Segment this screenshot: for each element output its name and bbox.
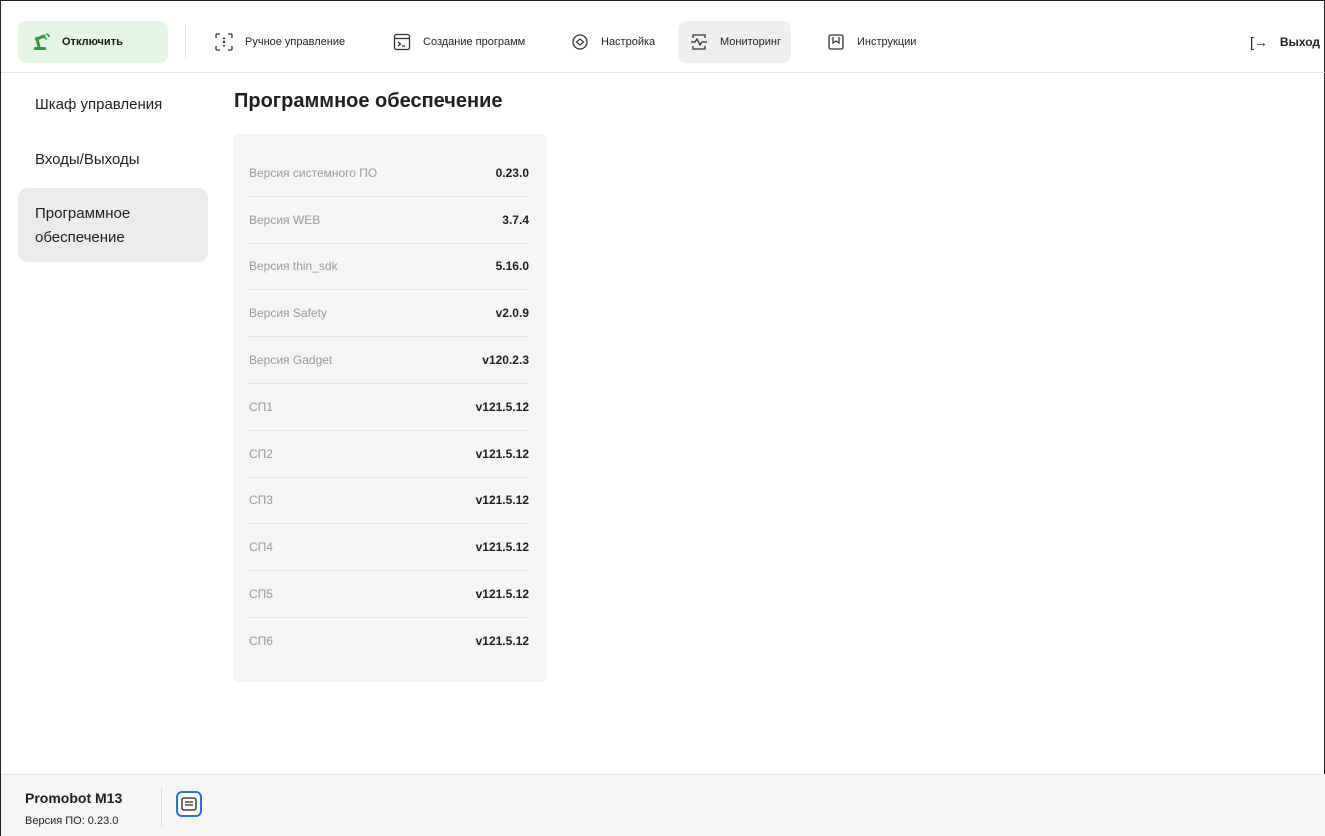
- table-row: Версия Gadget v120.2.3: [249, 337, 529, 384]
- row-value: v121.5.12: [475, 540, 529, 555]
- monitoring-icon: [688, 31, 710, 53]
- nav-settings-label: Настройка: [601, 36, 656, 48]
- list-panel-icon: [181, 797, 197, 811]
- table-row: СП1 v121.5.12: [249, 384, 529, 431]
- table-row: СП4 v121.5.12: [249, 524, 529, 572]
- row-value: v121.5.12: [475, 493, 529, 508]
- sidebar-item-inputs-outputs[interactable]: Входы/Выходы: [18, 148, 208, 172]
- row-value: v121.5.12: [475, 634, 529, 649]
- page-title: Программное обеспечение: [234, 90, 503, 112]
- row-value: 0.23.0: [495, 165, 529, 180]
- top-navigation-bar: Отключить Ручное управление Создание про…: [1, 1, 1325, 73]
- row-label: Версия WEB: [249, 212, 321, 227]
- row-label: Версия Gadget: [249, 353, 333, 368]
- app-window: Отключить Ручное управление Создание про…: [0, 0, 1325, 836]
- sidebar-item-control-cabinet[interactable]: Шкаф управления: [18, 93, 208, 117]
- footer-divider: [161, 787, 162, 827]
- table-row: Версия Safety v2.0.9: [249, 290, 529, 338]
- row-value: v121.5.12: [475, 446, 529, 461]
- robot-arm-icon: [34, 33, 50, 50]
- nav-program-creation-label: Создание программ: [423, 36, 526, 48]
- sidebar-item-label: Программное обеспечение: [35, 205, 131, 246]
- row-label: СП2: [249, 446, 273, 461]
- row-label: СП6: [249, 634, 273, 649]
- sidebar-item-label: Шкаф управления: [35, 96, 163, 113]
- table-row: Версия thin_sdk 5.16.0: [249, 244, 529, 291]
- row-label: СП4: [249, 540, 273, 555]
- exit-button[interactable]: [→ Выход: [1250, 21, 1320, 63]
- software-version-text: Версия ПО: 0.23.0: [25, 815, 119, 827]
- nav-instructions[interactable]: Инструкции: [815, 21, 926, 63]
- table-row: СП3 v121.5.12: [249, 478, 529, 525]
- sidebar-item-label: Входы/Выходы: [35, 151, 140, 168]
- nav-divider: [185, 25, 186, 59]
- row-value: v121.5.12: [475, 399, 529, 414]
- row-label: СП3: [249, 493, 273, 508]
- robot-name: Promobot M13: [25, 790, 123, 806]
- row-value: v2.0.9: [495, 306, 529, 321]
- row-label: Версия Safety: [249, 306, 327, 321]
- row-value: 5.16.0: [495, 259, 529, 274]
- log-panel-button[interactable]: [176, 791, 202, 817]
- manual-control-icon: [213, 31, 235, 53]
- status-footer: Promobot M13 Версия ПО: 0.23.0: [1, 774, 1325, 836]
- nav-instructions-label: Инструкции: [857, 36, 917, 48]
- logout-icon: [→: [1250, 34, 1268, 50]
- nav-settings[interactable]: Настройка: [559, 21, 665, 63]
- row-value: v121.5.12: [475, 587, 529, 602]
- nav-monitoring-label: Мониторинг: [720, 36, 782, 48]
- table-row: СП5 v121.5.12: [249, 571, 529, 618]
- row-label: СП5: [249, 587, 273, 602]
- row-value: v120.2.3: [482, 353, 529, 368]
- row-label: СП1: [249, 399, 273, 414]
- disconnect-button[interactable]: Отключить: [18, 21, 168, 63]
- row-label: Версия thin_sdk: [249, 259, 338, 274]
- table-row: СП6 v121.5.12: [249, 618, 529, 665]
- software-versions-card: Версия системного ПО 0.23.0 Версия WEB 3.7…: [233, 134, 546, 682]
- row-label: Версия системного ПО: [249, 165, 378, 180]
- nav-manual-control[interactable]: Ручное управление: [203, 21, 355, 63]
- settings-icon: [569, 31, 591, 53]
- sidebar-item-software[interactable]: Программное обеспечение: [18, 188, 208, 262]
- table-row: СП2 v121.5.12: [249, 431, 529, 478]
- bookmark-icon: [825, 31, 847, 53]
- row-value: 3.7.4: [502, 212, 529, 227]
- table-row: Версия WEB 3.7.4: [249, 197, 529, 244]
- disconnect-label: Отключить: [62, 36, 123, 48]
- nav-manual-control-label: Ручное управление: [245, 36, 346, 48]
- nav-program-creation[interactable]: Создание программ: [381, 21, 535, 63]
- table-row: Версия системного ПО 0.23.0: [249, 150, 529, 197]
- nav-monitoring[interactable]: Мониторинг: [678, 21, 792, 63]
- terminal-icon: [391, 31, 413, 53]
- exit-label: Выход: [1279, 35, 1320, 49]
